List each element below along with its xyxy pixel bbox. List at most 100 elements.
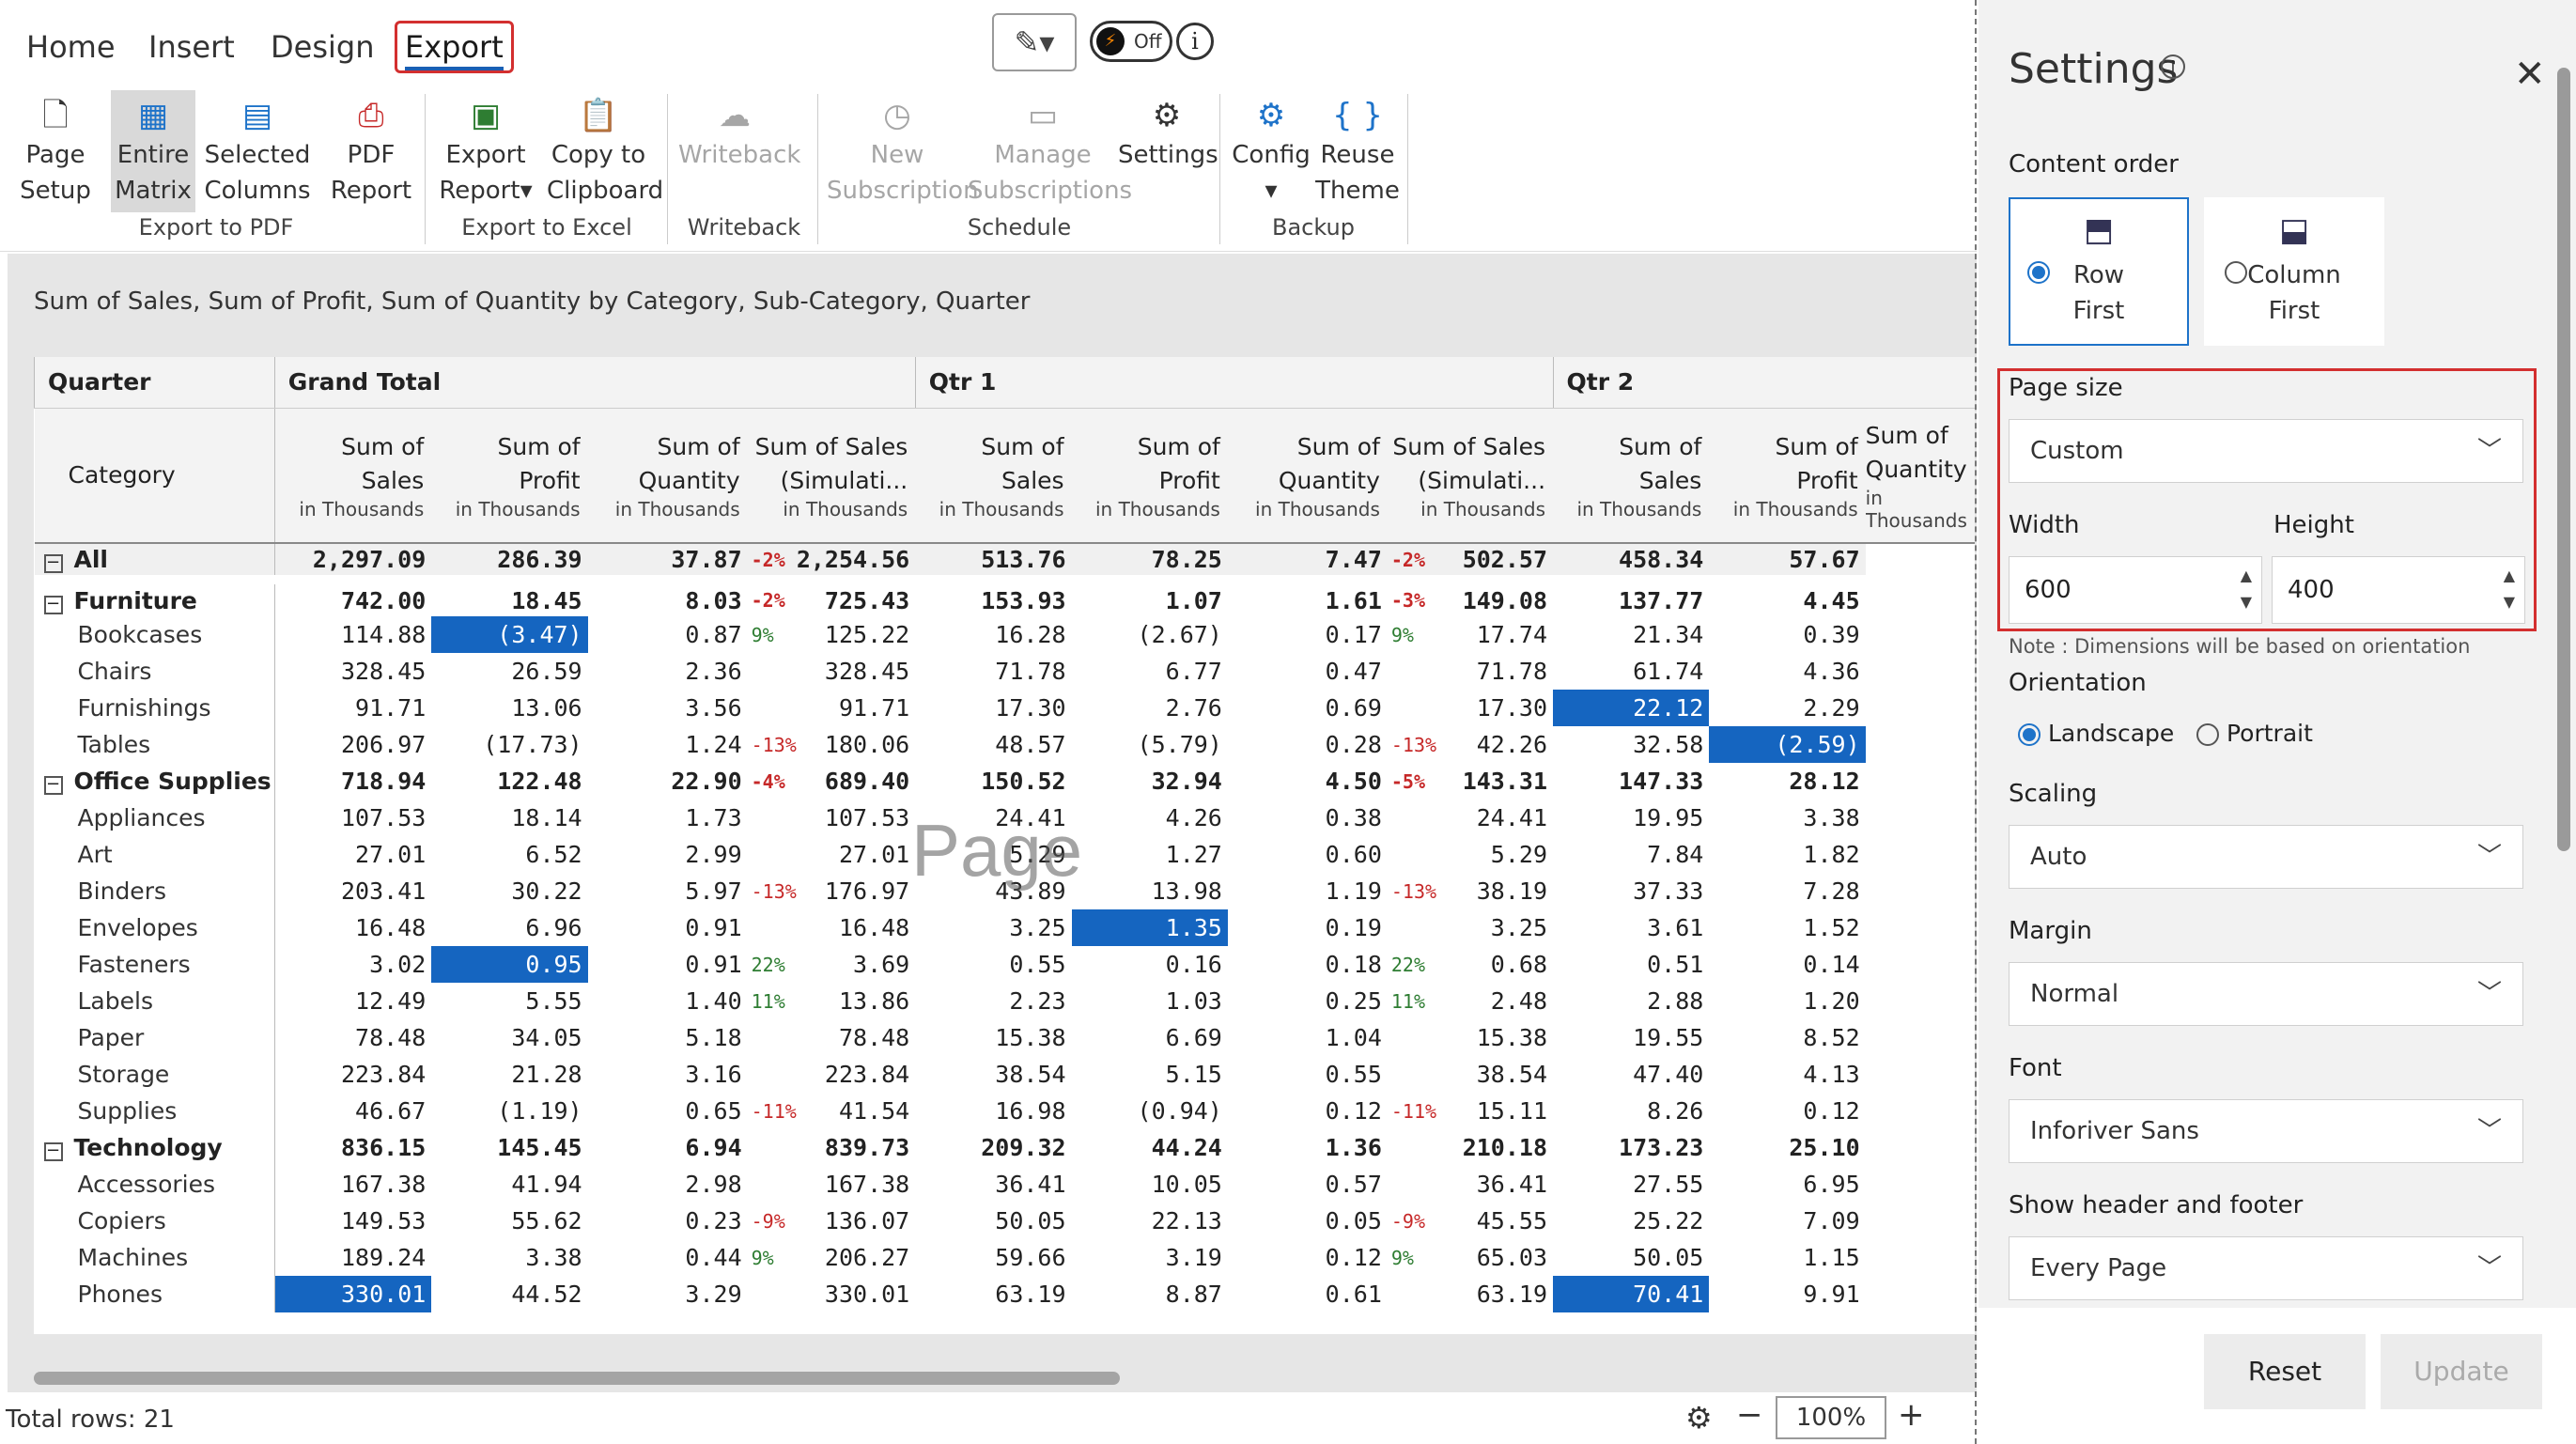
table-cell[interactable]: 0.55 — [1228, 1056, 1388, 1093]
table-cell[interactable]: 50.05 — [1553, 1239, 1709, 1276]
table-cell[interactable]: 13.86 — [797, 983, 915, 1019]
zoom-settings-icon[interactable]: ⚙ — [1685, 1400, 1713, 1436]
table-cell[interactable]: 328.45 — [274, 653, 431, 690]
table-cell[interactable]: 0.12 — [1709, 1093, 1865, 1129]
table-cell[interactable]: 6.95 — [1709, 1166, 1865, 1203]
update-button[interactable]: Update — [2381, 1334, 2542, 1409]
measure-header[interactable]: Sum of Quantity in Thousands — [1865, 408, 1975, 544]
variance-cell[interactable] — [1388, 909, 1436, 946]
table-cell[interactable]: 78.48 — [797, 1019, 915, 1056]
table-cell[interactable]: 3.38 — [1709, 800, 1865, 836]
page-setup-button[interactable]: 🗋 Page Setup — [13, 90, 98, 212]
zoom-level[interactable]: 100% — [1776, 1396, 1886, 1439]
table-cell[interactable]: 8.87 — [1072, 1276, 1228, 1312]
table-cell[interactable]: 6.96 — [431, 909, 587, 946]
font-select[interactable]: Inforiver Sans ﹀ — [2009, 1099, 2523, 1163]
table-cell[interactable]: 71.78 — [1436, 653, 1553, 690]
variance-cell[interactable] — [748, 690, 797, 726]
table-cell[interactable]: 45.55 — [1436, 1203, 1553, 1239]
table-cell[interactable]: 36.41 — [1436, 1166, 1553, 1203]
table-cell[interactable]: 28.12 — [1709, 763, 1865, 800]
variance-cell[interactable]: -2% — [748, 543, 797, 580]
config-button[interactable]: ⚙ Config ▾ — [1227, 90, 1315, 212]
table-cell[interactable]: 15.11 — [1436, 1093, 1553, 1129]
group-header-qtr2[interactable]: Qtr 2 — [1552, 357, 1975, 409]
table-cell[interactable]: 0.05 — [1228, 1203, 1388, 1239]
table-cell[interactable]: 27.01 — [797, 836, 915, 873]
table-cell[interactable]: 27.55 — [1553, 1166, 1709, 1203]
variance-cell[interactable]: -13% — [748, 873, 797, 909]
collapse-icon[interactable]: − — [43, 595, 63, 614]
table-cell[interactable]: 0.12 — [1228, 1093, 1388, 1129]
portrait-radio[interactable] — [2196, 723, 2219, 746]
table-cell[interactable]: 30.22 — [431, 873, 587, 909]
table-cell[interactable]: 9.91 — [1709, 1276, 1865, 1312]
table-cell[interactable]: 2.88 — [1553, 983, 1709, 1019]
table-cell[interactable]: 70.41 — [1553, 1276, 1710, 1312]
table-cell[interactable]: 107.53 — [797, 800, 915, 836]
table-cell[interactable]: 21.28 — [431, 1056, 587, 1093]
measure-header[interactable]: Sum of Quantity in Thousands — [1227, 408, 1388, 544]
stepper-icon[interactable]: ▲ ▼ — [2504, 563, 2515, 615]
table-cell[interactable]: 4.45 — [1709, 580, 1865, 616]
table-cell[interactable]: 3.19 — [1072, 1239, 1228, 1276]
table-cell[interactable]: 836.15 — [274, 1129, 431, 1166]
variance-cell[interactable]: -13% — [748, 726, 797, 763]
variance-cell[interactable]: -11% — [748, 1093, 797, 1129]
table-cell[interactable]: 1.73 — [588, 800, 748, 836]
reuse-theme-button[interactable]: { } Reuse Theme — [1315, 90, 1400, 212]
variance-cell[interactable]: 9% — [1388, 616, 1436, 653]
table-cell[interactable]: 7.09 — [1709, 1203, 1865, 1239]
group-header-qtr1[interactable]: Qtr 1 — [914, 357, 1554, 409]
table-cell[interactable]: 153.93 — [915, 580, 1071, 616]
table-cell[interactable]: 5.29 — [1436, 836, 1553, 873]
table-cell[interactable]: 41.94 — [431, 1166, 587, 1203]
table-cell[interactable]: 34.05 — [431, 1019, 587, 1056]
settings-button[interactable]: ⚙ Settings — [1118, 90, 1218, 212]
variance-cell[interactable] — [748, 1166, 797, 1203]
new-subscription-button[interactable]: ◷ New Subscription — [827, 90, 979, 212]
table-cell[interactable]: 61.74 — [1553, 653, 1709, 690]
scaling-select[interactable]: Auto ﹀ — [2009, 825, 2523, 889]
variance-cell[interactable] — [1388, 800, 1436, 836]
table-cell[interactable]: 2.29 — [1709, 690, 1865, 726]
table-cell[interactable]: 180.06 — [797, 726, 915, 763]
table-cell[interactable]: 0.18 — [1228, 946, 1388, 983]
table-cell[interactable]: 18.14 — [431, 800, 587, 836]
table-cell[interactable]: 203.41 — [274, 873, 431, 909]
table-cell[interactable]: 16.48 — [274, 909, 431, 946]
table-cell[interactable]: 3.56 — [588, 690, 748, 726]
table-cell[interactable]: 5.15 — [1072, 1056, 1228, 1093]
variance-cell[interactable]: 22% — [1388, 946, 1436, 983]
variance-cell[interactable]: 11% — [1388, 983, 1436, 1019]
copy-clipboard-button[interactable]: 📋 Copy to Clipboard — [547, 90, 663, 212]
header-footer-select[interactable]: Every Page ﹀ — [2009, 1236, 2523, 1300]
table-cell[interactable]: 5.18 — [588, 1019, 748, 1056]
table-cell[interactable]: 4.26 — [1072, 800, 1228, 836]
panel-divider[interactable] — [1975, 0, 1977, 1444]
table-cell[interactable]: 10.05 — [1072, 1166, 1228, 1203]
variance-cell[interactable]: -9% — [748, 1203, 797, 1239]
table-cell[interactable]: 0.23 — [588, 1203, 748, 1239]
table-cell[interactable]: 0.12 — [1228, 1239, 1388, 1276]
table-cell[interactable]: 22.13 — [1072, 1203, 1228, 1239]
table-cell[interactable]: 42.26 — [1436, 726, 1553, 763]
table-cell[interactable]: 3.25 — [915, 909, 1071, 946]
table-cell[interactable]: 1.04 — [1228, 1019, 1388, 1056]
variance-cell[interactable] — [748, 1056, 797, 1093]
table-cell[interactable]: 59.66 — [915, 1239, 1071, 1276]
variance-cell[interactable] — [748, 653, 797, 690]
table-cell[interactable]: 189.24 — [274, 1239, 431, 1276]
table-cell[interactable]: (17.73) — [431, 726, 587, 763]
variance-cell[interactable] — [748, 909, 797, 946]
row-first-radio[interactable] — [2027, 261, 2050, 284]
table-cell[interactable]: 209.32 — [915, 1129, 1071, 1166]
table-cell[interactable]: 2.36 — [588, 653, 748, 690]
table-cell[interactable]: 0.39 — [1709, 616, 1865, 653]
table-cell[interactable]: 12.49 — [274, 983, 431, 1019]
table-cell[interactable]: 3.16 — [588, 1056, 748, 1093]
table-cell[interactable]: 173.23 — [1553, 1129, 1709, 1166]
power-toggle[interactable]: ⚡ Off — [1090, 21, 1172, 62]
table-cell[interactable]: 1.07 — [1072, 580, 1228, 616]
table-cell[interactable]: 3.61 — [1553, 909, 1709, 946]
